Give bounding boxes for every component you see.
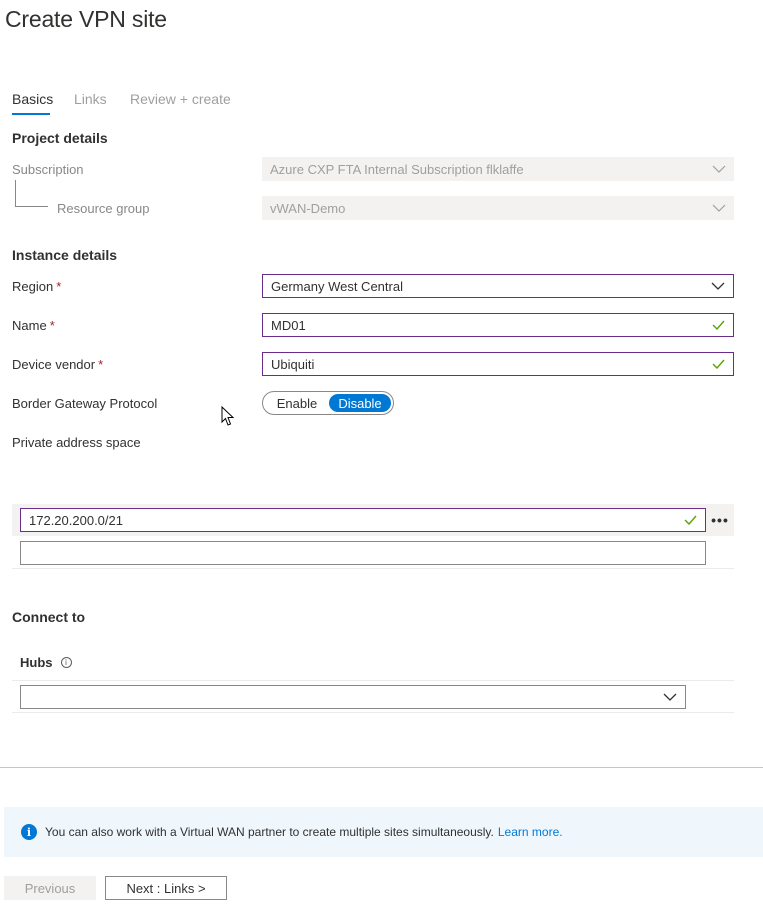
name-label-text: Name — [12, 318, 47, 333]
info-banner: i You can also work with a Virtual WAN p… — [4, 807, 763, 857]
project-details-heading: Project details — [12, 130, 108, 146]
checkmark-icon — [675, 509, 705, 531]
address-space-input-empty[interactable] — [20, 541, 706, 565]
previous-button[interactable]: Previous — [4, 876, 96, 900]
footer-divider — [0, 767, 763, 768]
subscription-select[interactable]: Azure CXP FTA Internal Subscription flkl… — [262, 157, 734, 181]
subscription-value: Azure CXP FTA Internal Subscription flkl… — [270, 161, 524, 177]
private-address-space-label: Private address space — [12, 435, 141, 450]
device-vendor-value: Ubiquiti — [271, 356, 315, 372]
page-title: Create VPN site — [5, 6, 167, 32]
device-vendor-label: Device vendor * — [12, 357, 103, 372]
region-value: Germany West Central — [271, 278, 403, 294]
hubs-label-group: Hubs i — [20, 655, 72, 670]
tab-basics[interactable]: Basics — [12, 91, 53, 107]
device-vendor-input[interactable]: Ubiquiti — [262, 352, 734, 376]
bgp-enable-option[interactable]: Enable — [265, 394, 329, 412]
instance-details-heading: Instance details — [12, 247, 118, 263]
hubs-label: Hubs — [20, 655, 53, 670]
required-marker: * — [56, 279, 62, 294]
resource-group-select[interactable]: vWAN-Demo — [262, 196, 734, 220]
bgp-label: Border Gateway Protocol — [12, 396, 158, 411]
info-banner-text: You can also work with a Virtual WAN par… — [45, 825, 494, 839]
connect-to-heading: Connect to — [12, 609, 86, 625]
region-label-text: Region — [12, 279, 54, 294]
name-label: Name * — [12, 318, 55, 333]
row-divider — [12, 568, 734, 569]
device-vendor-label-text: Device vendor — [12, 357, 96, 372]
required-marker: * — [49, 318, 55, 333]
hubs-select[interactable] — [20, 685, 686, 709]
tab-review-create[interactable]: Review + create — [130, 91, 231, 107]
chevron-down-icon — [704, 157, 734, 181]
mouse-cursor-icon — [221, 406, 235, 426]
address-space-value: 172.20.200.0/21 — [29, 512, 123, 528]
checkmark-icon — [703, 314, 733, 336]
name-value: MD01 — [271, 317, 306, 333]
region-label: Region * — [12, 279, 61, 294]
row-divider — [12, 680, 734, 681]
more-options-icon[interactable]: ••• — [706, 510, 734, 530]
region-select[interactable]: Germany West Central — [262, 274, 734, 298]
chevron-down-icon — [655, 686, 685, 708]
resource-group-label: Resource group — [57, 201, 150, 216]
bgp-toggle[interactable]: Enable Disable — [262, 391, 394, 415]
info-icon: i — [21, 824, 37, 840]
required-marker: * — [98, 357, 104, 372]
tree-connector — [15, 180, 48, 207]
chevron-down-icon — [704, 196, 734, 220]
info-icon[interactable]: i — [60, 657, 72, 668]
checkmark-icon — [703, 353, 733, 375]
subscription-label: Subscription — [12, 162, 84, 177]
chevron-down-icon — [703, 275, 733, 297]
bgp-disable-option[interactable]: Disable — [329, 394, 391, 412]
address-space-input[interactable]: 172.20.200.0/21 — [20, 508, 706, 532]
learn-more-link[interactable]: Learn more. — [498, 825, 563, 839]
next-links-button[interactable]: Next : Links > — [105, 876, 227, 900]
resource-group-value: vWAN-Demo — [270, 200, 346, 216]
tab-links[interactable]: Links — [74, 91, 107, 107]
row-divider — [12, 712, 734, 713]
active-tab-indicator — [12, 113, 50, 115]
name-input[interactable]: MD01 — [262, 313, 734, 337]
